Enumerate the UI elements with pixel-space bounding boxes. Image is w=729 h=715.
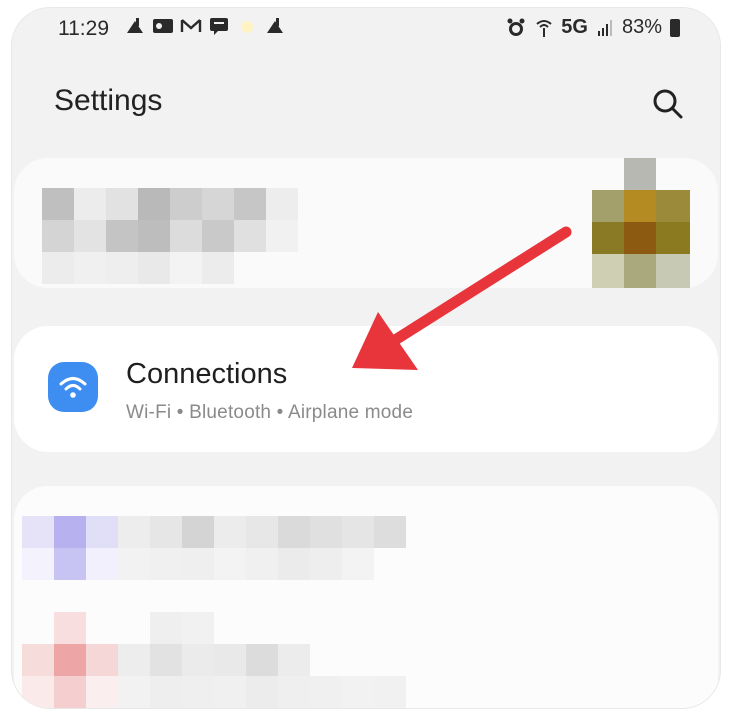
status-time: 11:29 (58, 17, 109, 40)
redacted-item-2[interactable] (22, 612, 412, 708)
signal-icon (594, 18, 616, 38)
notification-icons (124, 16, 286, 36)
battery-icon (670, 18, 680, 37)
notification-app-icon-2 (264, 16, 286, 36)
wifi-icon (48, 362, 98, 412)
message-icon (208, 16, 230, 36)
battery-percent: 83% (621, 16, 662, 38)
system-icons: 5G 83% (505, 16, 680, 39)
redacted-item-1[interactable] (22, 516, 412, 586)
account-card[interactable] (14, 158, 718, 288)
redacted-avatar (592, 158, 690, 288)
redacted-name (42, 188, 298, 284)
wifi-calling-icon (533, 18, 555, 38)
outlook-icon (152, 16, 174, 36)
status-bar: 11:29 5G 83% (12, 8, 720, 50)
connections-title: Connections (126, 358, 288, 390)
notification-app-icon (124, 16, 146, 36)
page-title: Settings (54, 84, 163, 117)
weather-icon (236, 16, 258, 36)
network-type: 5G (561, 16, 588, 38)
settings-list-card (14, 486, 718, 708)
search-button[interactable] (648, 84, 688, 124)
alarm-icon (505, 18, 527, 38)
connections-subtitle: Wi-Fi • Bluetooth • Airplane mode (126, 402, 414, 423)
phone-screen: 11:29 5G 83% Settings Connections Wi-Fi … (12, 8, 720, 708)
connections-item[interactable]: Connections Wi-Fi • Bluetooth • Airplane… (14, 326, 718, 452)
search-icon (653, 89, 683, 119)
gmail-icon (180, 16, 202, 36)
